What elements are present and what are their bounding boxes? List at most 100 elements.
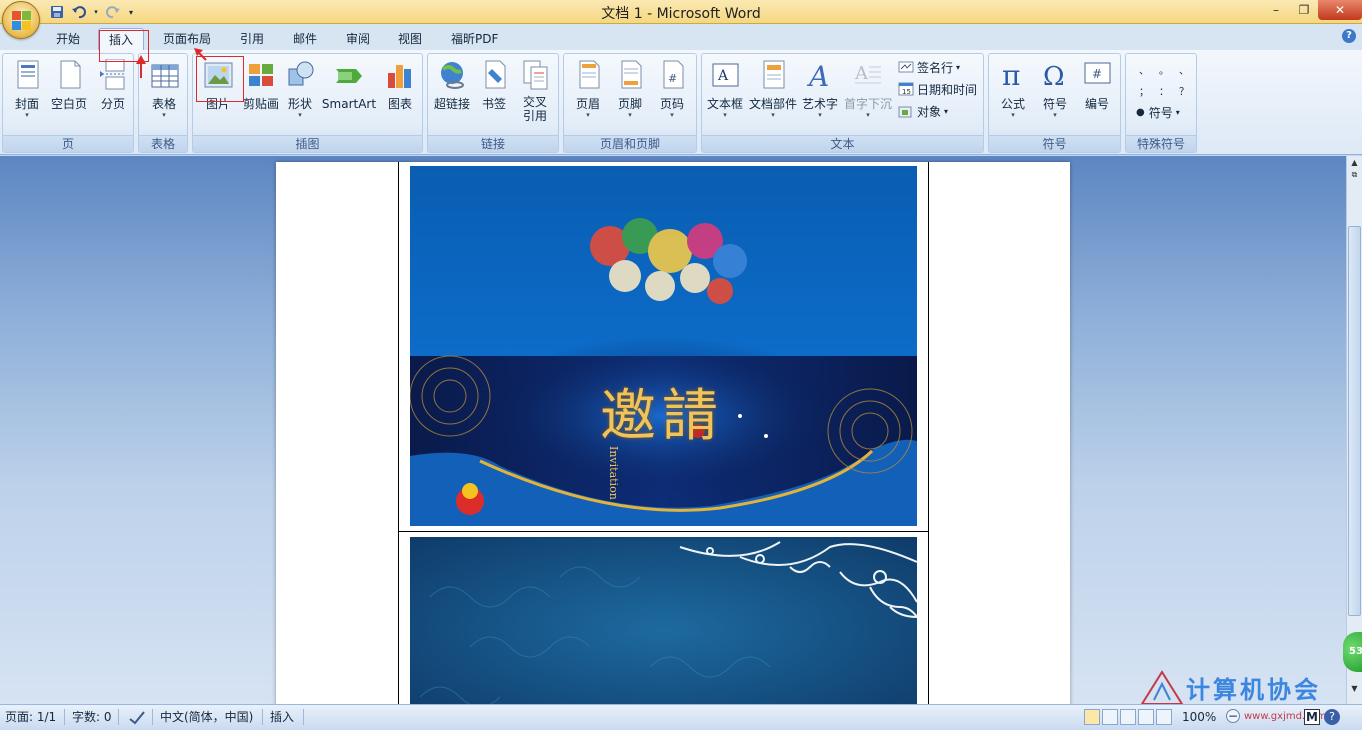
- svg-text:A: A: [854, 63, 869, 84]
- invitation-image[interactable]: 邀請 Invitation: [410, 166, 917, 526]
- special-symbol-cell[interactable]: 、: [1174, 62, 1194, 77]
- proofing-icon[interactable]: [128, 709, 146, 729]
- view-buttons: [1084, 709, 1172, 725]
- outline-view-icon[interactable]: [1138, 709, 1154, 725]
- scroll-down-icon[interactable]: ▼: [1349, 684, 1360, 695]
- clip-art-button[interactable]: 剪贴画: [239, 56, 283, 126]
- blank-page-button[interactable]: 空白页: [47, 56, 91, 126]
- hyperlink-button[interactable]: 超链接: [430, 56, 474, 126]
- shapes-icon: [285, 59, 315, 91]
- text-box-button[interactable]: A 文本框 ▾: [704, 56, 746, 126]
- wordart-icon: A: [805, 59, 835, 93]
- dropdown-arrow-icon: ▾: [956, 62, 961, 72]
- more-symbols-button[interactable]: ● 符号 ▾: [1136, 102, 1180, 122]
- smartart-button[interactable]: SmartArt: [319, 56, 379, 126]
- draft-view-icon[interactable]: [1156, 709, 1172, 725]
- close-button[interactable]: ✕: [1318, 0, 1362, 20]
- svg-text:#: #: [1092, 67, 1102, 81]
- group-label-header-footer: 页眉和页脚: [564, 135, 696, 152]
- svg-text:Ω: Ω: [1043, 62, 1065, 91]
- dropdown-arrow-icon: ▾: [1053, 111, 1057, 119]
- date-time-icon: 15: [898, 82, 914, 96]
- tab-home[interactable]: 开始: [46, 28, 90, 50]
- document-page[interactable]: 邀請 Invitation: [276, 162, 1070, 704]
- signature-line-icon: [898, 60, 914, 74]
- group-label-symbols: 符号: [989, 135, 1120, 152]
- tab-view[interactable]: 视图: [388, 28, 432, 50]
- blank-page-icon: [54, 59, 84, 91]
- symbol-button[interactable]: Ω 符号 ▾: [1035, 56, 1075, 126]
- shapes-button[interactable]: 形状 ▾: [283, 56, 317, 126]
- maximize-button[interactable]: ❐: [1290, 0, 1318, 20]
- dropdown-arrow-icon: ▾: [586, 111, 590, 119]
- special-symbol-cell[interactable]: ；: [1134, 83, 1154, 98]
- status-page[interactable]: 页面: 1/1: [5, 709, 56, 725]
- background-image[interactable]: [410, 537, 917, 704]
- print-layout-icon[interactable]: [1084, 709, 1100, 725]
- document-area: 邀請 Invitation: [0, 156, 1346, 704]
- web-layout-icon[interactable]: [1120, 709, 1136, 725]
- tab-foxit-pdf[interactable]: 福昕PDF: [441, 28, 508, 50]
- group-label-tables: 表格: [139, 135, 187, 152]
- dropdown-arrow-icon: ▾: [628, 111, 632, 119]
- tab-review[interactable]: 审阅: [336, 28, 380, 50]
- equation-button[interactable]: π 公式 ▾: [993, 56, 1033, 126]
- clip-art-icon: [246, 59, 276, 91]
- svg-text:A: A: [806, 60, 829, 91]
- chart-button[interactable]: 图表: [381, 56, 419, 126]
- status-separator: [262, 709, 263, 725]
- quick-parts-button[interactable]: 文档部件 ▾: [748, 56, 798, 126]
- status-language[interactable]: 中文(简体，中国): [160, 709, 253, 725]
- cover-page-button[interactable]: 封面 ▾: [7, 56, 47, 126]
- wordart-button[interactable]: A 艺术字 ▾: [800, 56, 840, 126]
- drop-cap-button[interactable]: A 首字下沉 ▾: [842, 56, 894, 126]
- ime-help-icon[interactable]: ?: [1324, 709, 1340, 725]
- smartart-icon: [334, 59, 364, 91]
- tab-references[interactable]: 引用: [230, 28, 274, 50]
- special-symbol-cell[interactable]: ？: [1174, 83, 1194, 98]
- zoom-out-icon[interactable]: −: [1226, 709, 1240, 723]
- drop-cap-icon: A: [853, 59, 883, 91]
- cover-page-icon: [12, 59, 42, 91]
- group-label-links: 链接: [428, 135, 558, 152]
- site-watermark: 计算机协会: [1140, 668, 1350, 708]
- window-controls: – ❐ ✕: [1262, 0, 1362, 20]
- vertical-scrollbar[interactable]: ▲ ⧉ ▼: [1346, 156, 1362, 704]
- minimize-button[interactable]: –: [1262, 0, 1290, 20]
- group-label-illustrations: 插图: [193, 135, 422, 152]
- group-symbols: π 公式 ▾ Ω 符号 ▾ # 编号 符号: [988, 53, 1121, 153]
- title-bar: ▾ ▾ 文档 1 - Microsoft Word – ❐ ✕: [0, 0, 1362, 39]
- office-button[interactable]: [2, 1, 40, 39]
- footer-icon: [615, 59, 645, 91]
- office-logo-icon: [12, 11, 32, 31]
- header-button[interactable]: 页眉 ▾: [568, 56, 608, 126]
- numbering-icon: #: [1082, 59, 1112, 91]
- svg-text:#: #: [668, 72, 677, 85]
- ime-mode-icon[interactable]: M: [1304, 709, 1320, 725]
- date-time-button[interactable]: 15 日期和时间: [898, 79, 977, 99]
- page-number-button[interactable]: # 页码 ▾: [652, 56, 692, 126]
- page-break-button[interactable]: 分页: [93, 56, 133, 126]
- signature-line-button[interactable]: 签名行 ▾: [898, 57, 960, 77]
- dropdown-arrow-icon: ▾: [162, 111, 166, 119]
- status-separator: [64, 709, 65, 725]
- status-insert-mode[interactable]: 插入: [270, 709, 294, 725]
- omega-icon: Ω: [1040, 59, 1070, 92]
- numbering-button[interactable]: # 编号: [1077, 56, 1117, 126]
- scroll-up-icon[interactable]: ▲: [1349, 158, 1360, 169]
- scroll-thumb[interactable]: [1348, 226, 1361, 616]
- zoom-level[interactable]: 100%: [1182, 709, 1216, 725]
- full-screen-reading-icon[interactable]: [1102, 709, 1118, 725]
- bookmark-button[interactable]: 书签: [476, 56, 512, 126]
- object-button[interactable]: 对象 ▾: [898, 101, 948, 121]
- special-symbol-cell[interactable]: ：: [1154, 83, 1174, 98]
- status-word-count[interactable]: 字数: 0: [72, 709, 112, 725]
- footer-button[interactable]: 页脚 ▾: [610, 56, 650, 126]
- ruler-toggle-icon[interactable]: ⧉: [1349, 170, 1360, 181]
- help-icon[interactable]: ?: [1342, 29, 1356, 43]
- special-symbol-cell[interactable]: 。: [1154, 62, 1174, 77]
- tab-mailings[interactable]: 邮件: [283, 28, 327, 50]
- floating-badge[interactable]: 53: [1343, 632, 1362, 672]
- special-symbol-cell[interactable]: 、: [1134, 62, 1154, 77]
- cross-reference-button[interactable]: 交叉 引用: [514, 56, 556, 126]
